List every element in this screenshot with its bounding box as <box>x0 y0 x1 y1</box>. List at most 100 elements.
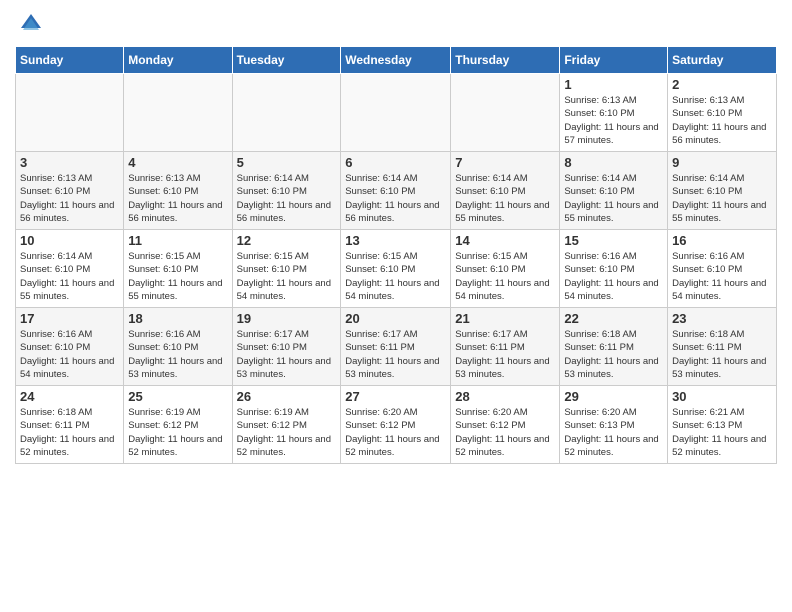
day-number: 3 <box>20 155 119 170</box>
calendar-cell: 25 Sunrise: 6:19 AM Sunset: 6:12 PM Dayli… <box>124 386 232 464</box>
calendar-cell: 22 Sunrise: 6:18 AM Sunset: 6:11 PM Dayli… <box>560 308 668 386</box>
calendar-cell: 19 Sunrise: 6:17 AM Sunset: 6:10 PM Dayli… <box>232 308 341 386</box>
day-info: Sunrise: 6:16 AM Sunset: 6:10 PM Dayligh… <box>20 328 119 381</box>
calendar-cell: 15 Sunrise: 6:16 AM Sunset: 6:10 PM Dayli… <box>560 230 668 308</box>
day-info: Sunrise: 6:17 AM Sunset: 6:11 PM Dayligh… <box>345 328 446 381</box>
calendar-cell: 12 Sunrise: 6:15 AM Sunset: 6:10 PM Dayli… <box>232 230 341 308</box>
day-number: 15 <box>564 233 663 248</box>
day-info: Sunrise: 6:18 AM Sunset: 6:11 PM Dayligh… <box>564 328 663 381</box>
day-info: Sunrise: 6:16 AM Sunset: 6:10 PM Dayligh… <box>564 250 663 303</box>
day-number: 14 <box>455 233 555 248</box>
day-number: 19 <box>237 311 337 326</box>
day-number: 16 <box>672 233 772 248</box>
calendar-cell: 20 Sunrise: 6:17 AM Sunset: 6:11 PM Dayli… <box>341 308 451 386</box>
day-info: Sunrise: 6:16 AM Sunset: 6:10 PM Dayligh… <box>128 328 227 381</box>
day-info: Sunrise: 6:14 AM Sunset: 6:10 PM Dayligh… <box>237 172 337 225</box>
calendar-cell <box>341 74 451 152</box>
day-info: Sunrise: 6:14 AM Sunset: 6:10 PM Dayligh… <box>455 172 555 225</box>
day-number: 12 <box>237 233 337 248</box>
day-number: 13 <box>345 233 446 248</box>
day-info: Sunrise: 6:15 AM Sunset: 6:10 PM Dayligh… <box>345 250 446 303</box>
day-number: 30 <box>672 389 772 404</box>
calendar-cell <box>124 74 232 152</box>
day-number: 27 <box>345 389 446 404</box>
day-info: Sunrise: 6:17 AM Sunset: 6:11 PM Dayligh… <box>455 328 555 381</box>
day-info: Sunrise: 6:19 AM Sunset: 6:12 PM Dayligh… <box>237 406 337 459</box>
calendar-cell: 28 Sunrise: 6:20 AM Sunset: 6:12 PM Dayli… <box>451 386 560 464</box>
day-number: 11 <box>128 233 227 248</box>
day-info: Sunrise: 6:13 AM Sunset: 6:10 PM Dayligh… <box>564 94 663 147</box>
day-info: Sunrise: 6:19 AM Sunset: 6:12 PM Dayligh… <box>128 406 227 459</box>
day-header-wednesday: Wednesday <box>341 47 451 74</box>
day-number: 28 <box>455 389 555 404</box>
day-header-sunday: Sunday <box>16 47 124 74</box>
week-row-4: 17Sunrise: 6:16 AM Sunset: 6:10 PM Dayli… <box>16 308 777 386</box>
calendar-cell: 10 Sunrise: 6:14 AM Sunset: 6:10 PM Dayli… <box>16 230 124 308</box>
day-info: Sunrise: 6:15 AM Sunset: 6:10 PM Dayligh… <box>237 250 337 303</box>
day-number: 9 <box>672 155 772 170</box>
calendar-cell: 27 Sunrise: 6:20 AM Sunset: 6:12 PM Dayli… <box>341 386 451 464</box>
calendar-cell: 29 Sunrise: 6:20 AM Sunset: 6:13 PM Dayli… <box>560 386 668 464</box>
day-number: 23 <box>672 311 772 326</box>
calendar-cell: 1 Sunrise: 6:13 AM Sunset: 6:10 PM Daylig… <box>560 74 668 152</box>
day-number: 8 <box>564 155 663 170</box>
calendar-cell <box>16 74 124 152</box>
calendar-cell: 9 Sunrise: 6:14 AM Sunset: 6:10 PM Daylig… <box>668 152 777 230</box>
week-row-2: 3 Sunrise: 6:13 AM Sunset: 6:10 PM Daylig… <box>16 152 777 230</box>
day-info: Sunrise: 6:20 AM Sunset: 6:12 PM Dayligh… <box>455 406 555 459</box>
day-info: Sunrise: 6:20 AM Sunset: 6:13 PM Dayligh… <box>564 406 663 459</box>
day-info: Sunrise: 6:17 AM Sunset: 6:10 PM Dayligh… <box>237 328 337 381</box>
day-number: 7 <box>455 155 555 170</box>
calendar-cell: 14 Sunrise: 6:15 AM Sunset: 6:10 PM Dayli… <box>451 230 560 308</box>
calendar-cell: 30 Sunrise: 6:21 AM Sunset: 6:13 PM Dayli… <box>668 386 777 464</box>
day-number: 25 <box>128 389 227 404</box>
day-info: Sunrise: 6:15 AM Sunset: 6:10 PM Dayligh… <box>455 250 555 303</box>
day-number: 20 <box>345 311 446 326</box>
calendar-cell: 4Sunrise: 6:13 AM Sunset: 6:10 PM Daylig… <box>124 152 232 230</box>
week-row-1: 1 Sunrise: 6:13 AM Sunset: 6:10 PM Daylig… <box>16 74 777 152</box>
calendar-cell: 2Sunrise: 6:13 AM Sunset: 6:10 PM Daylig… <box>668 74 777 152</box>
days-header-row: SundayMondayTuesdayWednesdayThursdayFrid… <box>16 47 777 74</box>
day-info: Sunrise: 6:16 AM Sunset: 6:10 PM Dayligh… <box>672 250 772 303</box>
day-info: Sunrise: 6:13 AM Sunset: 6:10 PM Dayligh… <box>128 172 227 225</box>
calendar-cell: 7 Sunrise: 6:14 AM Sunset: 6:10 PM Daylig… <box>451 152 560 230</box>
day-info: Sunrise: 6:14 AM Sunset: 6:10 PM Dayligh… <box>564 172 663 225</box>
day-info: Sunrise: 6:21 AM Sunset: 6:13 PM Dayligh… <box>672 406 772 459</box>
calendar-cell: 17Sunrise: 6:16 AM Sunset: 6:10 PM Dayli… <box>16 308 124 386</box>
logo <box>15 10 45 38</box>
day-info: Sunrise: 6:18 AM Sunset: 6:11 PM Dayligh… <box>20 406 119 459</box>
calendar-cell: 18 Sunrise: 6:16 AM Sunset: 6:10 PM Dayli… <box>124 308 232 386</box>
day-header-tuesday: Tuesday <box>232 47 341 74</box>
day-info: Sunrise: 6:20 AM Sunset: 6:12 PM Dayligh… <box>345 406 446 459</box>
calendar-cell: 23Sunrise: 6:18 AM Sunset: 6:11 PM Dayli… <box>668 308 777 386</box>
day-header-friday: Friday <box>560 47 668 74</box>
header <box>15 10 777 38</box>
calendar-cell: 13 Sunrise: 6:15 AM Sunset: 6:10 PM Dayli… <box>341 230 451 308</box>
logo-icon <box>17 10 45 38</box>
calendar-container: SundayMondayTuesdayWednesdayThursdayFrid… <box>0 0 792 474</box>
calendar-cell <box>232 74 341 152</box>
day-number: 18 <box>128 311 227 326</box>
day-header-monday: Monday <box>124 47 232 74</box>
day-number: 2 <box>672 77 772 92</box>
day-number: 22 <box>564 311 663 326</box>
day-header-saturday: Saturday <box>668 47 777 74</box>
day-number: 1 <box>564 77 663 92</box>
calendar-cell: 26 Sunrise: 6:19 AM Sunset: 6:12 PM Dayli… <box>232 386 341 464</box>
day-number: 6 <box>345 155 446 170</box>
week-row-5: 24 Sunrise: 6:18 AM Sunset: 6:11 PM Dayli… <box>16 386 777 464</box>
calendar-cell: 5Sunrise: 6:14 AM Sunset: 6:10 PM Daylig… <box>232 152 341 230</box>
day-number: 24 <box>20 389 119 404</box>
calendar-table: SundayMondayTuesdayWednesdayThursdayFrid… <box>15 46 777 464</box>
day-number: 10 <box>20 233 119 248</box>
day-number: 26 <box>237 389 337 404</box>
day-info: Sunrise: 6:14 AM Sunset: 6:10 PM Dayligh… <box>345 172 446 225</box>
day-number: 29 <box>564 389 663 404</box>
day-info: Sunrise: 6:13 AM Sunset: 6:10 PM Dayligh… <box>20 172 119 225</box>
calendar-cell: 16 Sunrise: 6:16 AM Sunset: 6:10 PM Dayli… <box>668 230 777 308</box>
day-info: Sunrise: 6:14 AM Sunset: 6:10 PM Dayligh… <box>20 250 119 303</box>
calendar-cell <box>451 74 560 152</box>
day-header-thursday: Thursday <box>451 47 560 74</box>
day-info: Sunrise: 6:14 AM Sunset: 6:10 PM Dayligh… <box>672 172 772 225</box>
day-number: 21 <box>455 311 555 326</box>
